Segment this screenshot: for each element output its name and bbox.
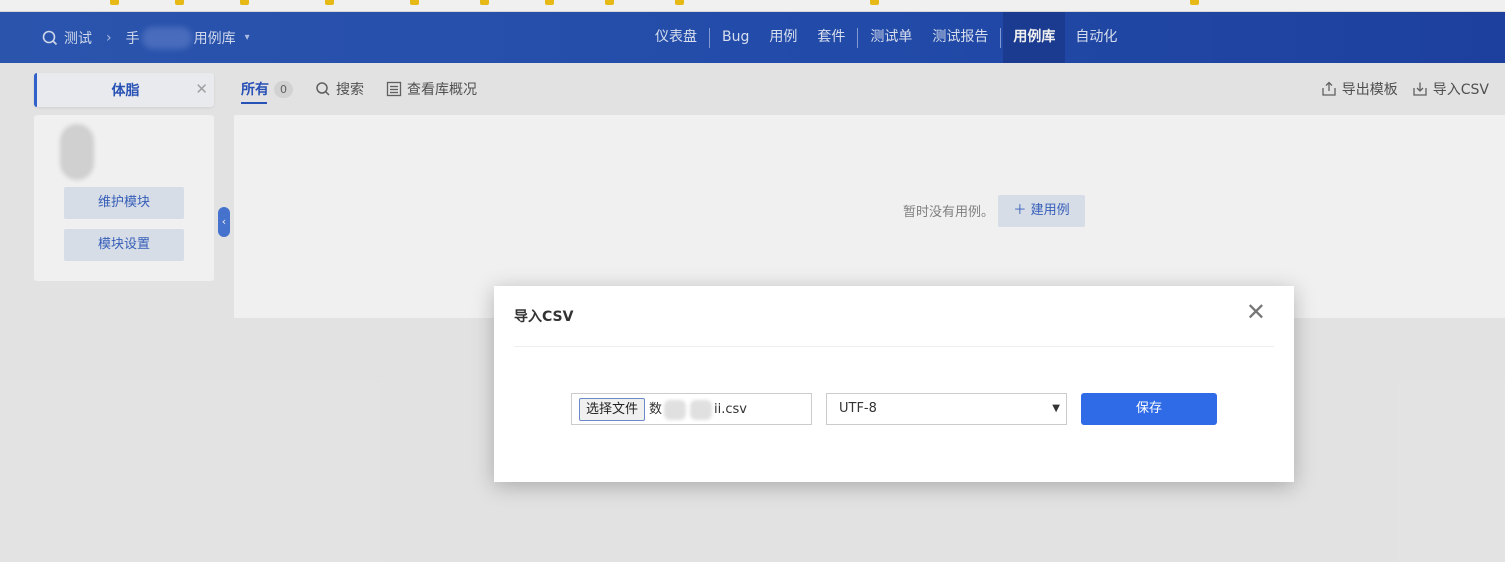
dialog-title: 导入CSV [514, 309, 574, 325]
file-name-suffix: ii.csv [714, 402, 748, 418]
redacted-text [690, 399, 713, 420]
save-button[interactable]: 保存 [1081, 393, 1217, 425]
encoding-value: UTF-8 [839, 401, 877, 416]
divider [514, 346, 1274, 347]
choose-file-button[interactable]: 选择文件 [579, 397, 646, 421]
file-name-prefix: 数 [649, 402, 663, 418]
dropdown-arrow-icon: ▼ [1052, 403, 1060, 414]
close-icon[interactable]: ✕ [1246, 300, 1266, 324]
encoding-select[interactable]: UTF-8 ▼ [826, 393, 1067, 425]
import-csv-dialog: 导入CSV ✕ 选择文件 数 ii.csv UTF-8 ▼ 保存 [494, 286, 1294, 482]
file-input[interactable]: 选择文件 数 ii.csv [571, 393, 812, 425]
file-name: 数 ii.csv [649, 398, 747, 420]
redacted-text [664, 399, 687, 420]
